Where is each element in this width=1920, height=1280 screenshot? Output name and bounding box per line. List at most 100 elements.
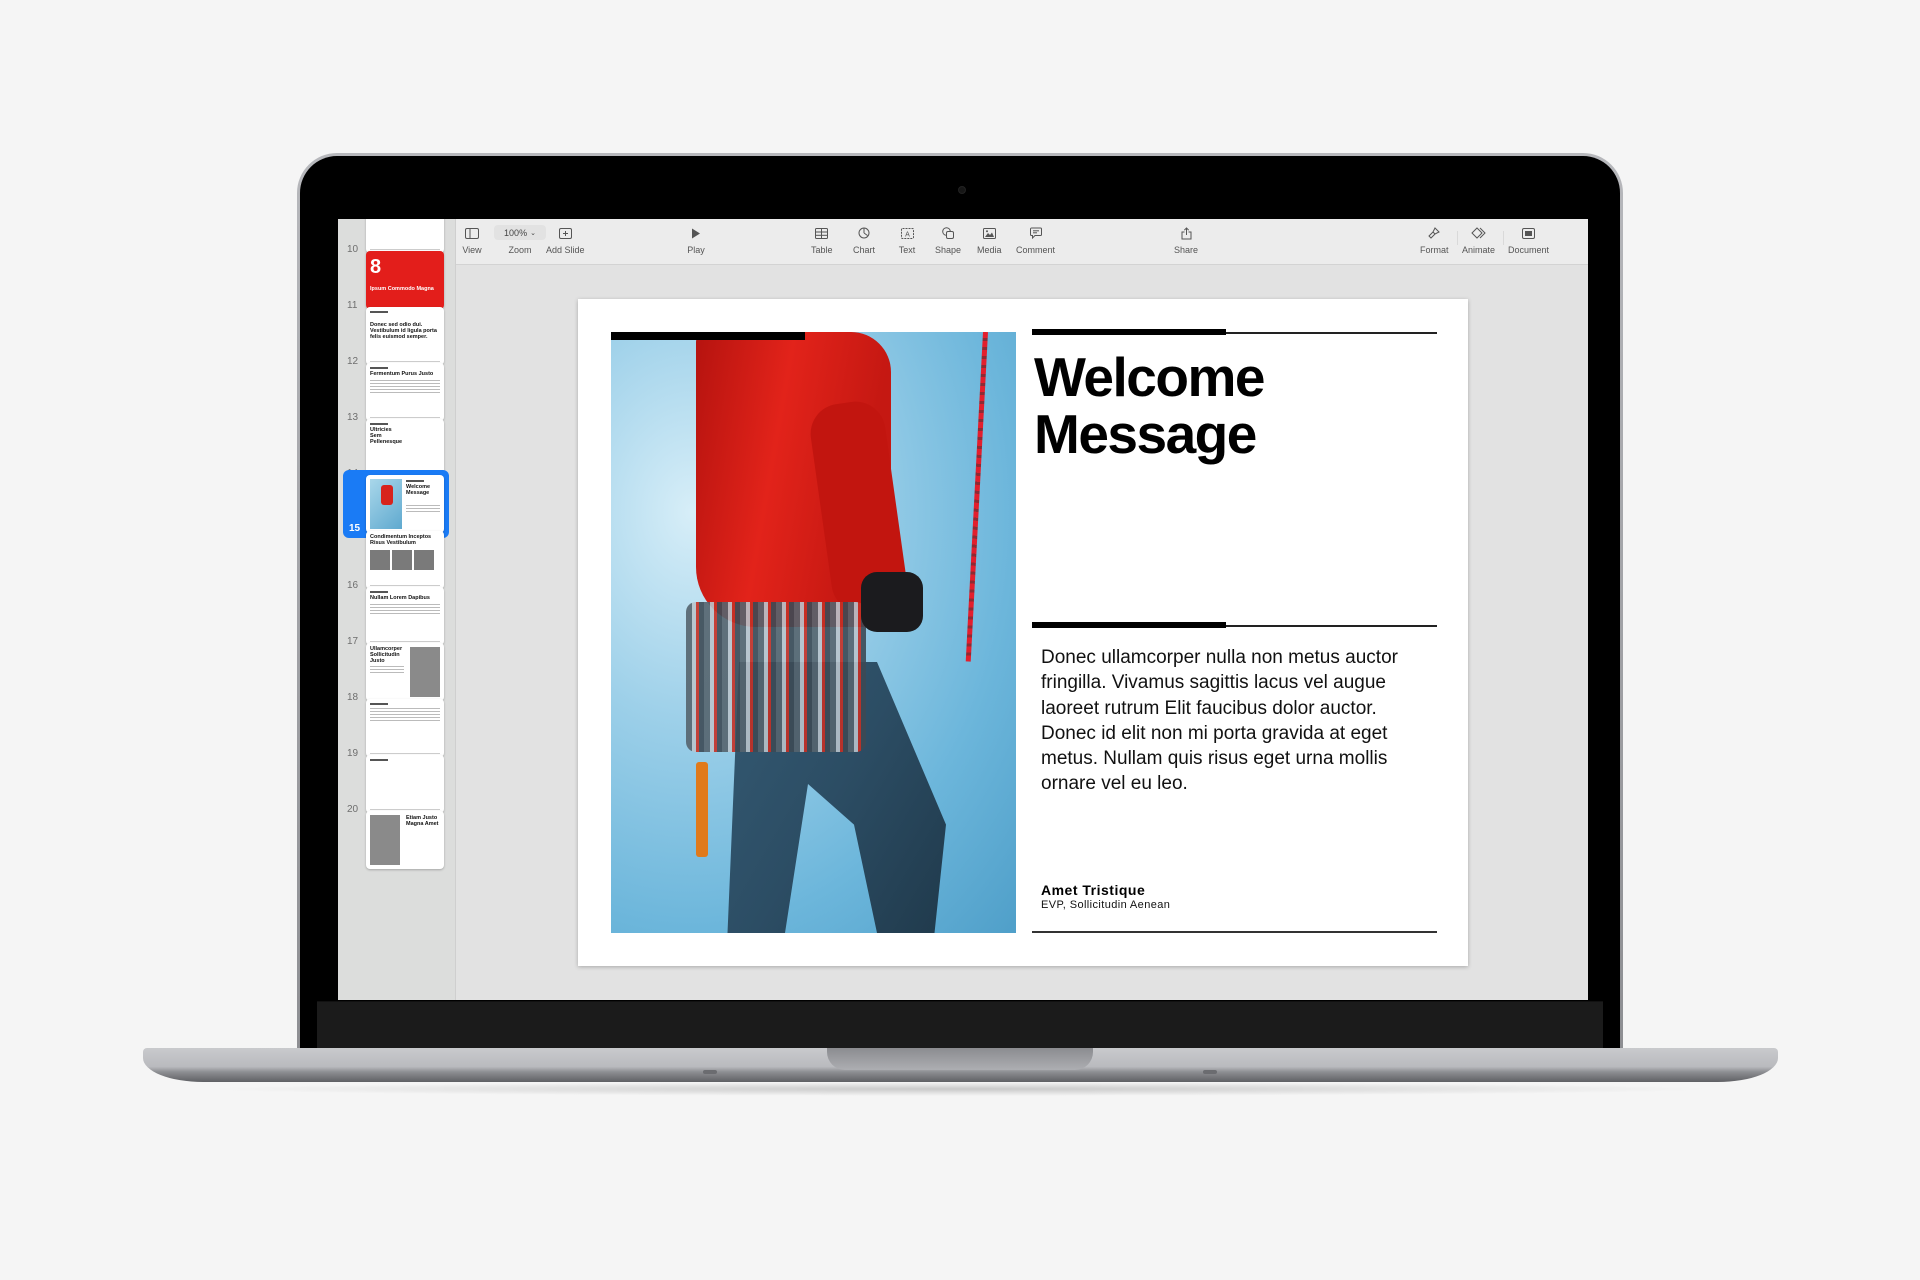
slide-thumbnail[interactable] (366, 699, 444, 757)
laptop-lid: 10 8 Ipsum Commodo Magna 11 Donec sed od… (297, 153, 1623, 1051)
sidebar-icon (462, 225, 482, 241)
current-slide[interactable]: Welcome Message Donec ullamcorper nulla … (578, 299, 1468, 966)
author-title[interactable]: EVP, Sollicitudin Aenean (1041, 899, 1170, 911)
shape-icon (938, 225, 958, 241)
document-button[interactable]: Document (1508, 225, 1549, 261)
screen-bezel: 10 8 Ipsum Commodo Magna 11 Donec sed od… (300, 156, 1620, 1051)
document-label: Document (1508, 245, 1550, 255)
view-button[interactable]: View (462, 225, 482, 261)
slide-thumbnail[interactable]: Fermentum Purus Justo (366, 363, 444, 421)
share-label: Share (1174, 245, 1199, 255)
table-icon (812, 225, 832, 241)
share-button[interactable]: Share (1174, 225, 1198, 261)
foot (703, 1070, 717, 1074)
toolbar-separator (1503, 231, 1504, 245)
toolbar: View 100% ⌄ Zoom Add Slide Play Table Ch… (456, 219, 1588, 265)
chart-label: Chart (853, 245, 876, 255)
text-button[interactable]: A Text (897, 225, 917, 261)
author-name[interactable]: Amet Tristique (1041, 882, 1145, 898)
title-rule (1032, 329, 1437, 335)
play-icon (686, 225, 706, 241)
slide-thumbnail[interactable]: Condimentum Inceptos Risus Vestibulum (366, 531, 444, 589)
slide-title[interactable]: Welcome Message (1034, 346, 1265, 465)
svg-text:A: A (905, 231, 910, 238)
slide-thumb-13[interactable]: Fermentum Purus Justo 13 (338, 363, 455, 425)
slide-thumbnail[interactable]: 8 Ipsum Commodo Magna (366, 251, 444, 309)
comment-button[interactable]: Comment (1016, 225, 1055, 261)
slide-thumbnail[interactable] (366, 219, 444, 253)
chart-icon (854, 225, 874, 241)
toolbar-separator (1457, 231, 1458, 245)
table-label: Table (811, 245, 833, 255)
zoom-value: 100% (504, 227, 528, 238)
play-label: Play (687, 245, 705, 255)
base-shadow (200, 1082, 1720, 1096)
product-shot: 10 8 Ipsum Commodo Magna 11 Donec sed od… (0, 0, 1920, 1280)
thumb-title: Etiam Justo Magna Amet (406, 815, 439, 827)
footer-rule (1032, 931, 1437, 933)
paintbrush-icon (1424, 225, 1444, 241)
slide-thumb-17[interactable]: Nullam Lorem Dapibus 17 (338, 587, 455, 649)
thumb-title: Fermentum Purus Justo (370, 371, 434, 377)
shape-label: Shape (935, 245, 962, 255)
keynote-window: 10 8 Ipsum Commodo Magna 11 Donec sed od… (338, 219, 1588, 1000)
slide-thumb-19[interactable]: 19 (338, 699, 455, 761)
slide-navigator[interactable]: 10 8 Ipsum Commodo Magna 11 Donec sed od… (338, 219, 456, 1000)
screen-chin (317, 1001, 1603, 1051)
slide-thumbnail[interactable]: Nullam Lorem Dapibus (366, 587, 444, 645)
plus-square-icon (555, 225, 575, 241)
slide-thumb-15-selected[interactable]: Welcome Message 15 (343, 470, 449, 538)
thumb-title: Condimentum Inceptos Risus Vestibulum (370, 534, 432, 546)
slide-thumb-20[interactable]: 20 (338, 755, 455, 817)
title-line-1: Welcome (1034, 346, 1265, 408)
slide-thumbnail[interactable]: Ullamcorper Sollicitudin Justo (366, 643, 444, 701)
slide-thumb-16[interactable]: Condimentum Inceptos Risus Vestibulum 16 (338, 531, 455, 593)
foot (1203, 1070, 1217, 1074)
zoom-label: Zoom (508, 245, 532, 255)
ice-axe (696, 762, 708, 857)
play-button[interactable]: Play (686, 225, 706, 261)
rope (965, 332, 988, 662)
chevron-down-icon: ⌄ (530, 229, 536, 237)
text-box-icon: A (897, 225, 917, 241)
slide-thumb-21[interactable]: Etiam Justo Magna Amet (338, 811, 455, 873)
comment-label: Comment (1016, 245, 1056, 255)
shape-button[interactable]: Shape (935, 225, 961, 261)
thumb-big-number: 8 (370, 256, 382, 278)
lid-notch (827, 1048, 1093, 1070)
slide-thumbnail[interactable]: Etiam Justo Magna Amet (366, 811, 444, 869)
table-button[interactable]: Table (811, 225, 833, 261)
chart-button[interactable]: Chart (853, 225, 875, 261)
slide-thumbnail[interactable]: Welcome Message (366, 475, 444, 533)
laptop-base (143, 1048, 1778, 1082)
thumb-title: Donec sed odio dui. Vestibulum id ligula… (370, 322, 437, 340)
animate-label: Animate (1462, 245, 1496, 255)
slide-thumb-11[interactable]: 8 Ipsum Commodo Magna 11 (338, 251, 455, 313)
slide-thumb-18[interactable]: Ullamcorper Sollicitudin Justo 18 (338, 643, 455, 705)
media-button[interactable]: Media (977, 225, 1002, 261)
comment-icon (1026, 225, 1046, 241)
thumb-title: Ipsum Commodo Magna (370, 286, 434, 292)
title-line-2: Message (1034, 403, 1257, 465)
slide-thumbnail[interactable] (366, 755, 444, 813)
slide-canvas[interactable]: Welcome Message Donec ullamcorper nulla … (456, 265, 1588, 1000)
slide-thumbnail[interactable]: Donec sed odio dui. Vestibulum id ligula… (366, 307, 444, 365)
zoom-menu[interactable]: 100% ⌄ Zoom (494, 225, 546, 261)
format-label: Format (1420, 245, 1449, 255)
document-icon (1519, 225, 1539, 241)
photo-icon (979, 225, 999, 241)
thumb-title: Ullamcorper Sollicitudin Justo (370, 646, 403, 664)
animate-button[interactable]: Animate (1462, 225, 1495, 261)
format-button[interactable]: Format (1420, 225, 1449, 261)
zoom-select[interactable]: 100% ⌄ (494, 225, 546, 240)
slide-thumb-12[interactable]: Donec sed odio dui. Vestibulum id ligula… (338, 307, 455, 369)
thumb-title: Welcome Message (406, 484, 431, 496)
text-label: Text (898, 245, 916, 255)
climber-photo[interactable] (611, 332, 1016, 933)
photo-accent-bar (611, 332, 805, 340)
climber-harness (686, 602, 866, 752)
add-slide-button[interactable]: Add Slide (546, 225, 585, 261)
add-slide-label: Add Slide (546, 245, 585, 255)
slide-thumbnail[interactable]: Ultricies Sem Pellenesque (366, 419, 444, 477)
slide-body-text[interactable]: Donec ullamcorper nulla non metus auctor… (1041, 645, 1431, 797)
